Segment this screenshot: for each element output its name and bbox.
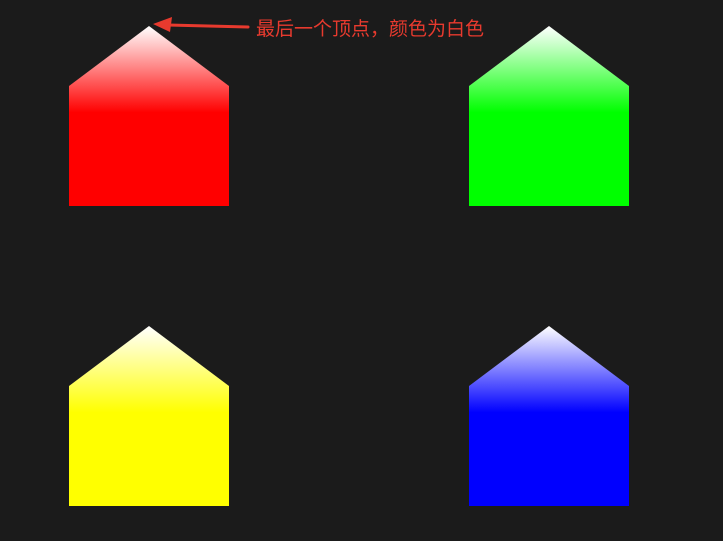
green-house-shape: [469, 26, 629, 206]
blue-house-shape: [469, 326, 629, 506]
yellow-house-shape: [69, 326, 229, 506]
annotation-label: 最后一个顶点，颜色为白色: [256, 18, 485, 40]
annotation-arrow: [153, 17, 250, 32]
render-canvas: [69, 17, 629, 506]
red-house-shape: [69, 26, 229, 206]
annotation-arrow-line: [166, 23, 250, 29]
annotation-arrowhead: [153, 17, 172, 32]
